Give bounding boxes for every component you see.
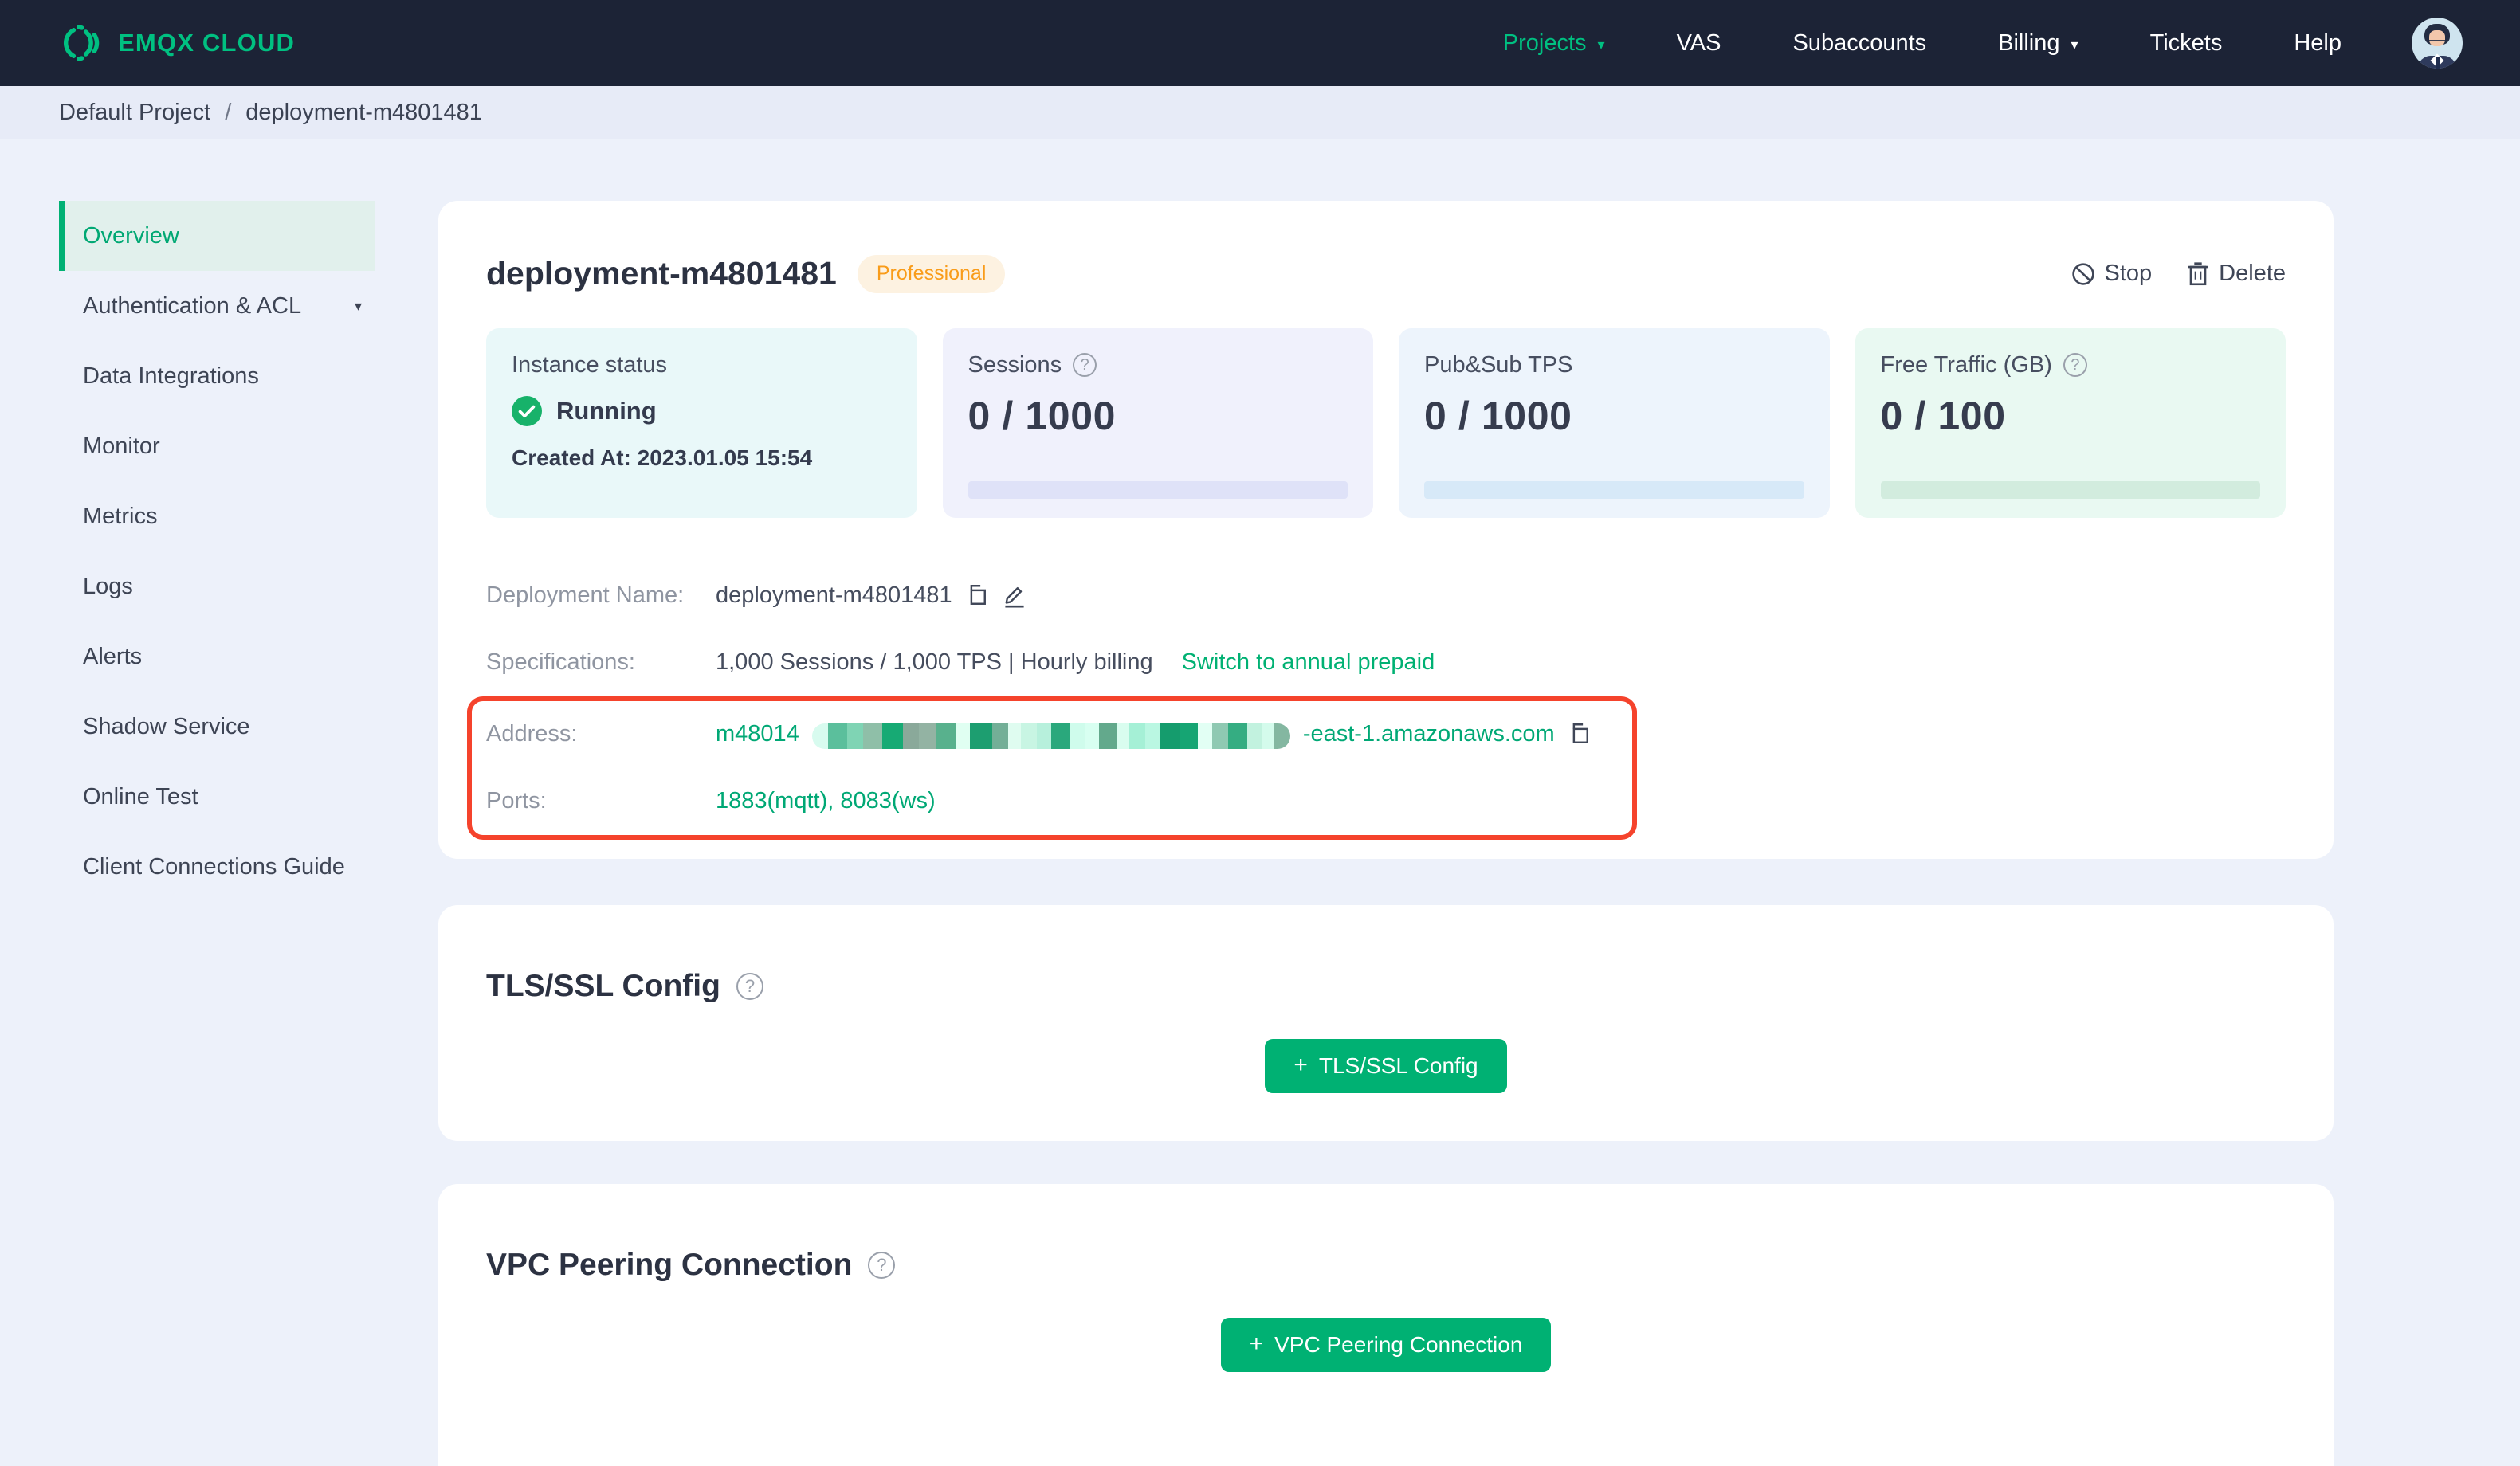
deployment-name-label: Deployment Name: bbox=[486, 582, 685, 608]
help-icon[interactable]: ? bbox=[868, 1251, 896, 1279]
nav-item-help[interactable]: Help bbox=[2294, 30, 2341, 57]
specifications-label: Specifications: bbox=[486, 649, 635, 675]
address-redaction bbox=[811, 723, 1290, 749]
breadcrumb-separator: / bbox=[225, 99, 232, 125]
sidebar-item-shadow-service[interactable]: Shadow Service bbox=[59, 692, 375, 762]
copy-icon[interactable] bbox=[1568, 723, 1592, 747]
user-avatar[interactable] bbox=[2412, 18, 2463, 69]
free-traffic-label: Free Traffic (GB) bbox=[1880, 351, 2052, 378]
ports-row: Ports: 1883(mqtt), 8083(ws) bbox=[486, 768, 1632, 835]
sidebar-item-data-integrations[interactable]: Data Integrations bbox=[59, 341, 375, 411]
free-traffic-progress-bar bbox=[1880, 480, 2260, 499]
avatar-glasses bbox=[2429, 37, 2445, 41]
emqx-logo[interactable]: EMQX CLOUD bbox=[59, 22, 295, 64]
emqx-cloud-app: EMQX CLOUD Projects ▾ VAS Subaccounts Bi… bbox=[0, 0, 2520, 1466]
nav-item-tickets[interactable]: Tickets bbox=[2150, 30, 2223, 57]
chevron-down-icon: ▾ bbox=[2071, 37, 2078, 53]
pubsub-tps-progress-bar bbox=[1424, 480, 1804, 499]
vpc-peering-title: VPC Peering Connection bbox=[486, 1247, 853, 1282]
ports-value: 1883(mqtt), 8083(ws) bbox=[716, 788, 936, 813]
main-content: deployment-m4801481 Professional Stop De… bbox=[438, 139, 2334, 1466]
stats-row: Instance status Running Created At: 2023… bbox=[486, 327, 2286, 518]
overview-card: deployment-m4801481 Professional Stop De… bbox=[438, 201, 2334, 859]
pubsub-tps-card: Pub&Sub TPS 0 / 1000 bbox=[1399, 327, 1830, 518]
plus-icon: + bbox=[1293, 1051, 1308, 1078]
nav-item-vas[interactable]: VAS bbox=[1677, 30, 1721, 57]
instance-status-card: Instance status Running Created At: 2023… bbox=[486, 327, 917, 518]
free-traffic-value: 0 / 100 bbox=[1880, 393, 2006, 438]
add-vpc-peering-button[interactable]: + VPC Peering Connection bbox=[1220, 1317, 1552, 1372]
tls-ssl-card: TLS/SSL Config ? + TLS/SSL Config bbox=[438, 904, 2334, 1141]
top-navbar: EMQX CLOUD Projects ▾ VAS Subaccounts Bi… bbox=[0, 0, 2520, 86]
sessions-label: Sessions bbox=[968, 351, 1062, 378]
help-icon[interactable]: ? bbox=[2063, 353, 2087, 377]
edit-icon[interactable] bbox=[1002, 583, 1027, 609]
breadcrumb-current: deployment-m4801481 bbox=[245, 99, 482, 125]
free-traffic-card: Free Traffic (GB) ? 0 / 100 bbox=[1855, 327, 2286, 518]
sessions-progress-bar bbox=[968, 480, 1348, 499]
ports-label: Ports: bbox=[486, 788, 547, 813]
sessions-value: 0 / 1000 bbox=[968, 393, 1117, 438]
nav-items: Projects ▾ VAS Subaccounts Billing ▾ Tic… bbox=[1503, 30, 2341, 57]
chevron-down-icon: ▾ bbox=[1597, 37, 1605, 53]
trash-icon bbox=[2187, 262, 2209, 286]
instance-status-value: Running bbox=[556, 396, 657, 425]
address-suffix: -east-1.amazonaws.com bbox=[1302, 721, 1555, 747]
copy-icon[interactable] bbox=[965, 584, 989, 608]
avatar-tie bbox=[2436, 57, 2440, 69]
brand-name: EMQX CLOUD bbox=[118, 29, 296, 57]
sidebar-item-logs[interactable]: Logs bbox=[59, 551, 375, 621]
pubsub-tps-label: Pub&Sub TPS bbox=[1424, 351, 1573, 378]
chevron-down-icon: ▾ bbox=[354, 297, 362, 314]
deployment-name-row: Deployment Name: deployment-m4801481 bbox=[486, 562, 2286, 629]
check-circle-icon bbox=[512, 395, 542, 426]
address-row: Address: m48014 -east-1.amazonaws.com bbox=[486, 701, 1632, 768]
sidebar-item-authentication-acl[interactable]: Authentication & ACL ▾ bbox=[59, 271, 375, 341]
plus-icon: + bbox=[1249, 1330, 1264, 1357]
add-tls-ssl-config-button[interactable]: + TLS/SSL Config bbox=[1265, 1038, 1507, 1093]
help-icon[interactable]: ? bbox=[736, 972, 763, 1000]
breadcrumb: Default Project / deployment-m4801481 bbox=[0, 86, 2520, 139]
breadcrumb-project[interactable]: Default Project bbox=[59, 100, 210, 126]
deployment-title: deployment-m4801481 bbox=[486, 255, 837, 292]
sidebar-item-metrics[interactable]: Metrics bbox=[59, 481, 375, 551]
specifications-value: 1,000 Sessions / 1,000 TPS | Hourly bill… bbox=[716, 649, 1153, 675]
deployment-name-value: deployment-m4801481 bbox=[716, 582, 952, 608]
deployment-details: Deployment Name: deployment-m4801481 Spe… bbox=[467, 562, 2286, 840]
sidebar-item-online-test[interactable]: Online Test bbox=[59, 762, 375, 832]
specifications-row: Specifications: 1,000 Sessions / 1,000 T… bbox=[486, 629, 2286, 696]
nav-item-subaccounts[interactable]: Subaccounts bbox=[1792, 30, 1926, 57]
nav-item-projects[interactable]: Projects ▾ bbox=[1503, 30, 1605, 57]
sidebar-item-client-connections-guide[interactable]: Client Connections Guide bbox=[59, 832, 375, 902]
vpc-peering-card: VPC Peering Connection ? + VPC Peering C… bbox=[438, 1183, 2334, 1466]
sidebar-item-overview[interactable]: Overview bbox=[59, 201, 375, 271]
stop-button[interactable]: Stop bbox=[2071, 261, 2152, 287]
sessions-card: Sessions ? 0 / 1000 bbox=[942, 327, 1373, 518]
address-prefix: m48014 bbox=[716, 721, 799, 747]
delete-button[interactable]: Delete bbox=[2187, 261, 2286, 287]
address-label: Address: bbox=[486, 721, 578, 747]
sidebar: Overview Authentication & ACL ▾ Data Int… bbox=[0, 139, 438, 1466]
tls-ssl-title: TLS/SSL Config bbox=[486, 968, 720, 1003]
nav-item-billing[interactable]: Billing ▾ bbox=[1998, 30, 2078, 57]
switch-annual-prepaid-link[interactable]: Switch to annual prepaid bbox=[1182, 649, 1435, 676]
sidebar-item-alerts[interactable]: Alerts bbox=[59, 621, 375, 692]
created-at: Created At: 2023.01.05 15:54 bbox=[512, 445, 813, 470]
plan-badge: Professional bbox=[857, 255, 1006, 293]
address-annotation-box: Address: m48014 -east-1.amazonaws.com Po… bbox=[467, 696, 1637, 840]
help-icon[interactable]: ? bbox=[1073, 353, 1097, 377]
emqx-logo-icon bbox=[59, 22, 100, 64]
stop-icon bbox=[2071, 262, 2095, 286]
instance-status-label: Instance status bbox=[512, 351, 668, 378]
pubsub-tps-value: 0 / 1000 bbox=[1424, 393, 1572, 438]
sidebar-item-monitor[interactable]: Monitor bbox=[59, 411, 375, 481]
